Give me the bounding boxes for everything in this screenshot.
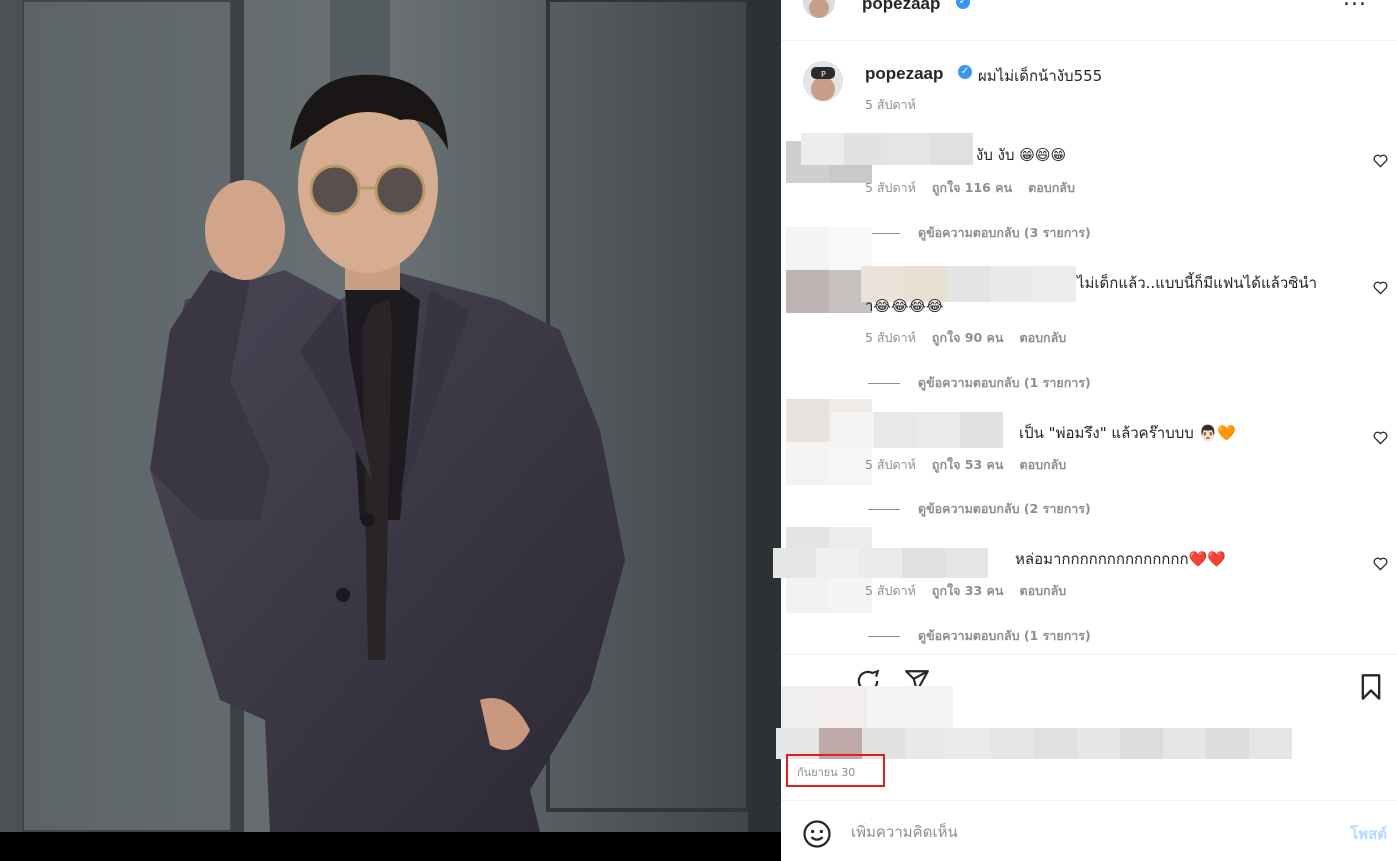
caption-username[interactable]: popezaap	[865, 64, 943, 84]
view-replies-button[interactable]: ดูข้อความตอบกลับ (1 รายการ)	[868, 626, 1091, 646]
caption-text: ผมไม่เด็กน้างับ555	[978, 67, 1103, 85]
comment-text: เป็น "พ่อมรึง" แล้วคร๊าบบบ 👨🏻🧡	[1019, 424, 1236, 442]
comment-meta: 5 สัปดาห์ ถูกใจ 33 คน ตอบกลับ	[865, 581, 1066, 601]
view-replies-button[interactable]: ดูข้อความตอบกลับ (2 รายการ)	[868, 499, 1091, 519]
comment-text-continued: า😂😂😂😂	[865, 297, 944, 315]
comment-time: 5 สัปดาห์	[865, 330, 916, 345]
comment-meta: 5 สัปดาห์ ถูกใจ 53 คน ตอบกลับ	[865, 455, 1066, 475]
like-heart-icon[interactable]	[1373, 281, 1388, 295]
comment-time: 5 สัปดาห์	[865, 457, 916, 472]
post-photo[interactable]	[0, 0, 781, 832]
svg-text:P: P	[821, 70, 826, 79]
view-replies-label: ดูข้อความตอบกลับ (1 รายการ)	[918, 628, 1091, 643]
view-replies-button[interactable]: ดูข้อความตอบกลับ (1 รายการ)	[868, 373, 1091, 393]
photo-bottom-bar	[0, 832, 781, 861]
reply-button[interactable]: ตอบกลับ	[1019, 457, 1066, 472]
view-replies-label: ดูข้อความตอบกลับ (1 รายการ)	[918, 375, 1091, 390]
post-header: popezaap ✓ ...	[781, 0, 1397, 41]
comment-time: 5 สัปดาห์	[865, 180, 916, 195]
comment-text: งับ งับ 😁😄😁	[976, 146, 1067, 164]
post-username[interactable]: popezaap	[862, 0, 940, 14]
reply-button[interactable]: ตอบกลับ	[1019, 583, 1066, 598]
verified-badge-icon: ✓	[956, 0, 970, 9]
like-heart-icon[interactable]	[1373, 431, 1388, 445]
caption-time: 5 สัปดาห์	[865, 97, 916, 112]
bookmark-icon[interactable]	[1359, 673, 1383, 701]
comment-likes[interactable]: ถูกใจ 33 คน	[932, 583, 1004, 598]
caption-avatar[interactable]: P	[803, 61, 843, 101]
likers-avatars-blurred[interactable]	[781, 686, 953, 728]
like-heart-icon[interactable]	[1373, 557, 1388, 571]
comment-likes[interactable]: ถูกใจ 116 คน	[932, 180, 1012, 195]
like-heart-icon[interactable]	[1373, 154, 1388, 168]
reply-button[interactable]: ตอบกลับ	[1019, 330, 1066, 345]
actions-divider	[781, 654, 1397, 655]
reply-button[interactable]: ตอบกลับ	[1028, 180, 1075, 195]
add-comment-input[interactable]	[851, 823, 1271, 841]
view-replies-label: ดูข้อความตอบกลับ (3 รายการ)	[918, 225, 1091, 240]
view-replies-button[interactable]: ดูข้อความตอบกลับ (3 รายการ)	[868, 223, 1091, 243]
comment-text: ไม่เด็กแล้ว..แบบนี้ก็มีแฟนได้แล้วซินำ	[1077, 274, 1318, 292]
comment-meta: 5 สัปดาห์ ถูกใจ 90 คน ตอบกลับ	[865, 328, 1066, 348]
caption-verified-icon: ✓	[958, 65, 972, 79]
emoji-icon[interactable]	[802, 819, 832, 849]
comment-time: 5 สัปดาห์	[865, 583, 916, 598]
commenter-name-blurred[interactable]	[801, 133, 973, 165]
more-options-icon[interactable]: ...	[1343, 0, 1367, 11]
post-detail-panel: popezaap ✓ ... P popezaap ✓ ผมไม่เด็กน้า…	[773, 0, 1397, 861]
view-replies-label: ดูข้อความตอบกลับ (2 รายการ)	[918, 501, 1091, 516]
man-in-suit-image	[0, 0, 781, 832]
post-date[interactable]: กันยายน 30	[797, 763, 855, 781]
add-comment-divider	[781, 800, 1397, 801]
comment-meta: 5 สัปดาห์ ถูกใจ 116 คน ตอบกลับ	[865, 178, 1075, 198]
post-comment-button[interactable]: โพสต์	[1350, 822, 1387, 846]
comment-likes[interactable]: ถูกใจ 90 คน	[932, 330, 1004, 345]
comment-text: หล่อมากกกกกกกกกกกกกก❤️❤️	[1015, 550, 1226, 568]
commenter-name-blurred[interactable]	[831, 412, 1003, 448]
avatar[interactable]	[803, 0, 835, 18]
comment-likes[interactable]: ถูกใจ 53 คน	[932, 457, 1004, 472]
commenter-avatar-blurred[interactable]	[786, 227, 872, 313]
commenter-name-blurred[interactable]	[773, 548, 988, 578]
